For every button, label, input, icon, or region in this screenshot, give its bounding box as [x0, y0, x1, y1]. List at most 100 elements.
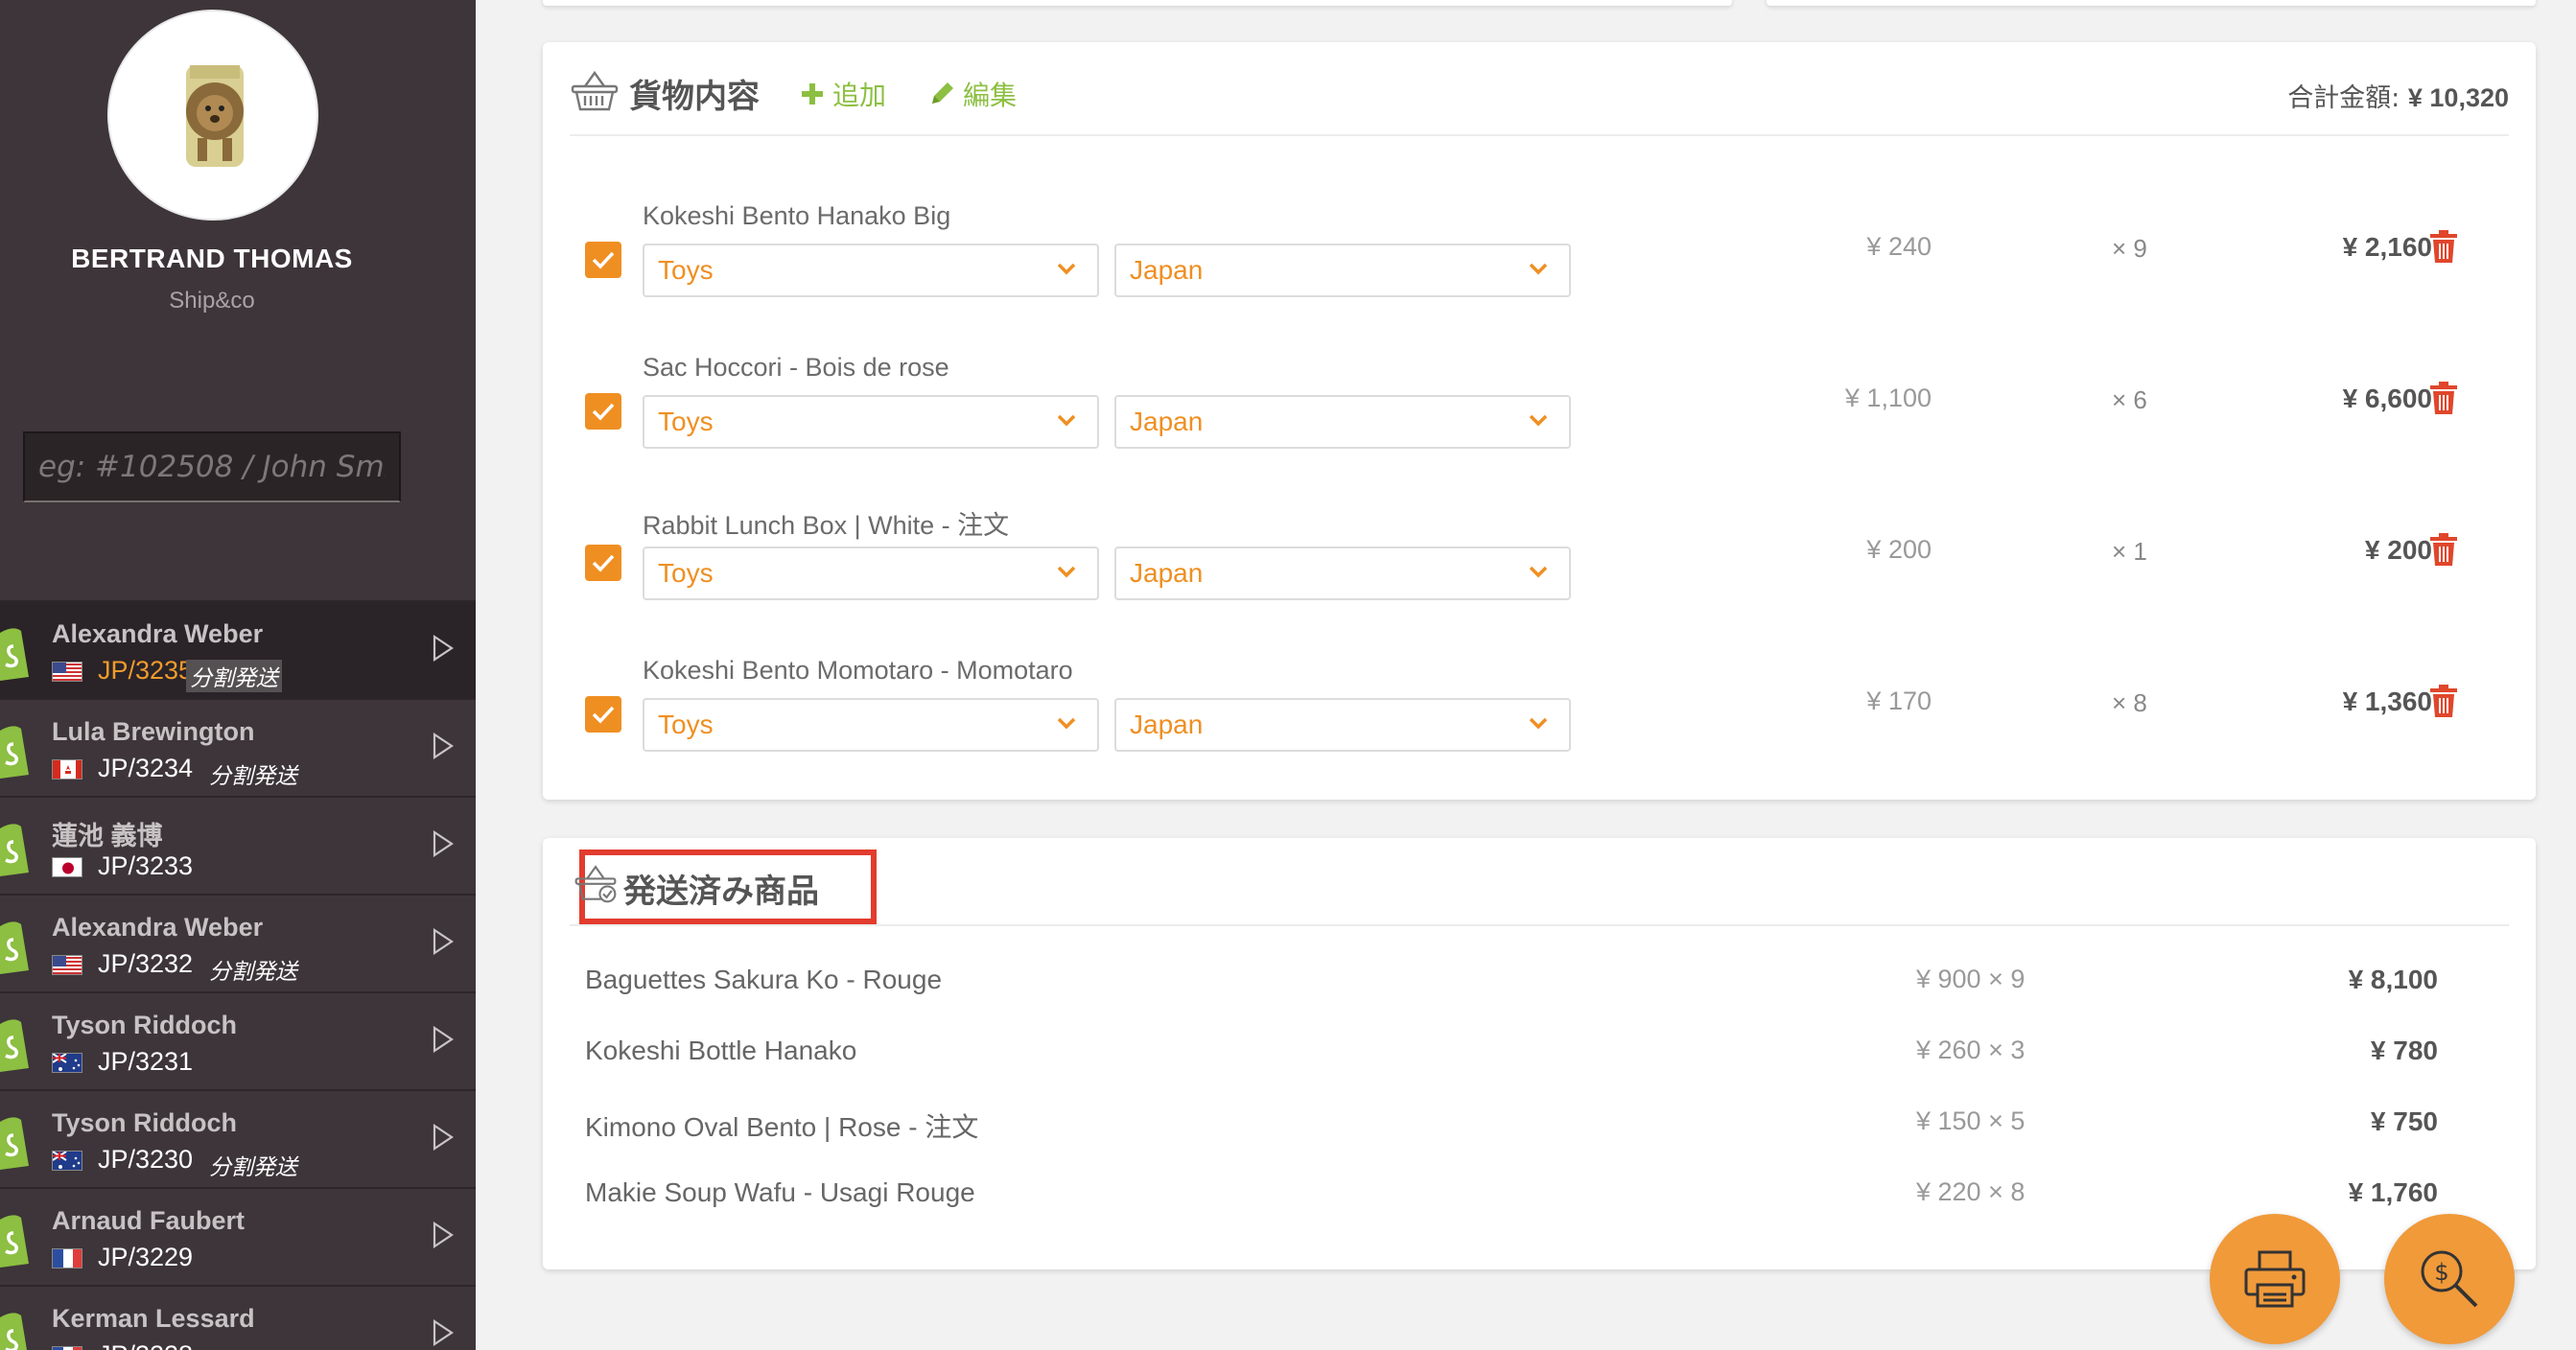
cargo-total: 合計金額: ¥ 10,320	[2287, 77, 2509, 114]
origin-country-select[interactable]: Japan	[1114, 244, 1571, 297]
origin-value: Japan	[1130, 407, 1204, 436]
shopify-icon	[0, 919, 29, 974]
category-select[interactable]: Toys	[643, 395, 1099, 449]
origin-value: Japan	[1130, 558, 1204, 588]
flag-au-icon	[52, 1053, 82, 1073]
shipped-item-price-qty: ¥ 150 × 5	[1916, 1106, 2026, 1135]
order-item[interactable]: Alexandra Weber JP/3235 分割発送	[0, 600, 476, 698]
item-checkbox[interactable]	[585, 545, 621, 581]
cargo-card: 貨物内容 追加 編集 合計金額: ¥ 10,320 Kokeshi Bento …	[543, 42, 2536, 800]
order-id: JP/3232	[98, 949, 194, 978]
split-shipment-tag: 分割発送	[209, 763, 297, 788]
profile-company: Ship&co	[169, 288, 255, 314]
shipped-item-row: Kimono Oval Bento | Rose - 注文 ¥ 150 × 5 …	[543, 1087, 2536, 1158]
item-checkbox[interactable]	[585, 393, 621, 430]
order-customer-name: Alexandra Weber	[52, 619, 264, 648]
shipped-item-price-qty: ¥ 220 × 8	[1916, 1177, 2026, 1206]
edit-items-button[interactable]: 編集	[928, 75, 1017, 113]
order-item[interactable]: 蓮池 義博 JP/3233	[0, 796, 476, 894]
item-line-total: ¥ 2,160	[2342, 232, 2432, 262]
order-list: Alexandra Weber JP/3235 分割発送 Lula Brewin…	[0, 600, 476, 1350]
order-item[interactable]: Tyson Riddoch JP/3230 分割発送	[0, 1089, 476, 1187]
category-value: Toys	[658, 255, 714, 285]
cargo-item-row: Kokeshi Bento Hanako Big Toys Japan ¥ 24…	[543, 175, 2536, 326]
shopify-icon	[0, 1114, 29, 1170]
price-search-icon: $	[2421, 1250, 2478, 1308]
split-shipment-tag: 分割発送	[209, 1154, 297, 1179]
play-arrow-icon[interactable]	[432, 1123, 455, 1152]
shipped-item-total: ¥ 1,760	[2348, 1177, 2438, 1207]
origin-country-select[interactable]: Japan	[1114, 547, 1571, 600]
shipped-item-name: Makie Soup Wafu - Usagi Rouge	[585, 1177, 975, 1207]
origin-country-select[interactable]: Japan	[1114, 395, 1571, 449]
previous-card	[1767, 0, 2536, 6]
origin-value: Japan	[1130, 710, 1204, 739]
item-quantity: × 8	[2112, 688, 2147, 717]
sidebar: BERTRAND THOMAS Ship&co Alexandra Weber …	[0, 0, 476, 1350]
order-search-input[interactable]	[23, 431, 401, 502]
shipped-item-name: Baguettes Sakura Ko - Rouge	[585, 965, 943, 994]
item-line-total: ¥ 6,600	[2342, 384, 2432, 413]
item-name: Kokeshi Bento Momotaro - Momotaro	[643, 656, 1073, 685]
trash-icon[interactable]	[2430, 230, 2457, 263]
shipped-header: 発送済み商品	[570, 838, 2509, 926]
order-customer-name: Lula Brewington	[52, 717, 255, 746]
add-item-button[interactable]: 追加	[800, 75, 886, 113]
shopify-icon	[0, 1016, 29, 1072]
print-label-button[interactable]	[2210, 1214, 2340, 1344]
pencil-icon	[932, 82, 953, 104]
order-item[interactable]: Lula Brewington JP/3234 分割発送	[0, 698, 476, 796]
profile-name: BERTRAND THOMAS	[71, 244, 353, 273]
avatar[interactable]	[107, 10, 318, 221]
shipped-item-total: ¥ 780	[2370, 1036, 2438, 1065]
category-value: Toys	[658, 407, 714, 436]
item-quantity: × 1	[2112, 537, 2147, 566]
item-quantity: × 9	[2112, 234, 2147, 263]
order-id: JP/3230	[98, 1145, 194, 1174]
order-id: JP/3234	[98, 754, 194, 782]
trash-icon[interactable]	[2430, 382, 2457, 414]
category-select[interactable]: Toys	[643, 698, 1099, 752]
previous-card	[543, 0, 1732, 6]
item-name: Rabbit Lunch Box | White - 注文	[643, 511, 1010, 540]
play-arrow-icon[interactable]	[432, 634, 455, 663]
order-customer-name: Tyson Riddoch	[52, 1108, 237, 1137]
order-customer-name: 蓮池 義博	[52, 822, 163, 850]
shopify-icon	[0, 821, 29, 876]
item-name: Kokeshi Bento Hanako Big	[643, 201, 951, 230]
order-id: JP/3228	[98, 1340, 193, 1350]
play-arrow-icon[interactable]	[432, 732, 455, 760]
bear-mascot-icon	[186, 65, 244, 167]
play-arrow-icon[interactable]	[432, 829, 455, 858]
shipped-item-row: Baguettes Sakura Ko - Rouge ¥ 900 × 9 ¥ …	[543, 945, 2536, 1016]
item-checkbox[interactable]	[585, 696, 621, 733]
category-select[interactable]: Toys	[643, 244, 1099, 297]
item-unit-price: ¥ 170	[1866, 687, 1932, 715]
item-line-total: ¥ 200	[2364, 535, 2432, 565]
shipped-title: 発送済み商品	[623, 873, 819, 911]
order-item[interactable]: Kerman Lessard JP/3228	[0, 1285, 476, 1350]
play-arrow-icon[interactable]	[432, 1221, 455, 1249]
cargo-item-row: Rabbit Lunch Box | White - 注文 Toys Japan…	[543, 477, 2536, 629]
trash-icon[interactable]	[2430, 533, 2457, 566]
rate-search-button[interactable]: $	[2384, 1214, 2515, 1344]
shipped-basket-icon	[574, 865, 617, 903]
origin-country-select[interactable]: Japan	[1114, 698, 1571, 752]
shipped-item-total: ¥ 750	[2370, 1106, 2438, 1136]
item-unit-price: ¥ 1,100	[1844, 384, 1932, 412]
play-arrow-icon[interactable]	[432, 1318, 455, 1347]
shipped-item-row: Kokeshi Bottle Hanako ¥ 260 × 3 ¥ 780	[543, 1016, 2536, 1087]
cargo-total-value: ¥ 10,320	[2407, 83, 2509, 112]
category-select[interactable]: Toys	[643, 547, 1099, 600]
play-arrow-icon[interactable]	[432, 1025, 455, 1054]
order-item[interactable]: Alexandra Weber JP/3232 分割発送	[0, 894, 476, 991]
shipped-item-price-qty: ¥ 900 × 9	[1916, 965, 2026, 993]
order-item[interactable]: Tyson Riddoch JP/3231	[0, 991, 476, 1089]
item-checkbox[interactable]	[585, 242, 621, 278]
flag-jp-icon	[52, 857, 82, 877]
order-item[interactable]: Arnaud Faubert JP/3229	[0, 1187, 476, 1285]
play-arrow-icon[interactable]	[432, 927, 455, 956]
flag-us-icon	[52, 662, 82, 682]
main-content: 貨物内容 追加 編集 合計金額: ¥ 10,320 Kokeshi Bento …	[476, 0, 2576, 1350]
trash-icon[interactable]	[2430, 685, 2457, 717]
